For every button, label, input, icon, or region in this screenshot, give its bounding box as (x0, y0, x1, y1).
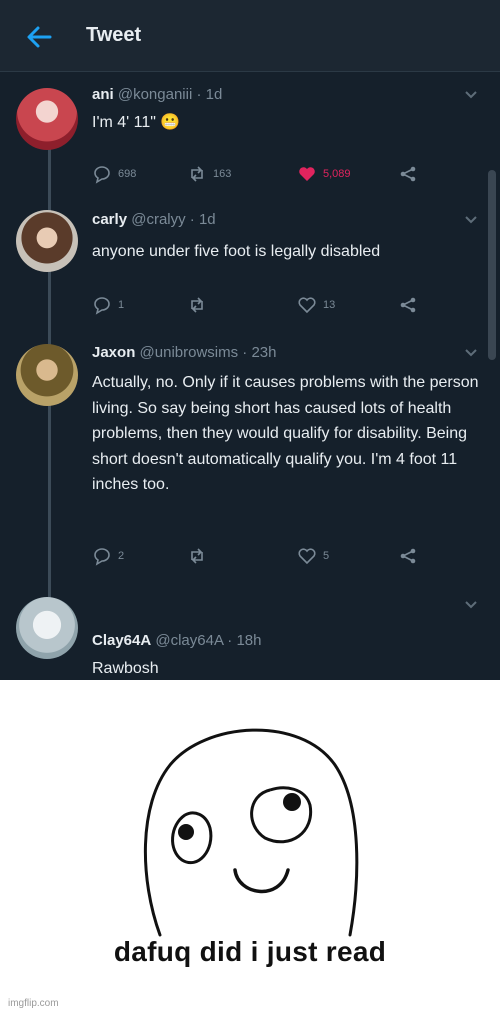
handle-time[interactable]: @konganiii · 1d (118, 86, 222, 103)
tweet-2[interactable]: carly @cralyy · 1d anyone under five foo… (0, 205, 500, 325)
like-count: 5 (323, 550, 330, 562)
page-title: Tweet (86, 24, 142, 46)
like-button[interactable]: 13 (297, 295, 335, 315)
tweet-header: ani @konganiii · 1d (92, 86, 222, 103)
tweet-text: anyone under five foot is legally disabl… (92, 243, 381, 260)
reply-count: 1 (118, 299, 125, 311)
retweet-icon (191, 548, 203, 564)
like-button[interactable]: 5 (297, 546, 329, 566)
avatar[interactable] (16, 344, 78, 406)
tweet-3[interactable]: Jaxon @unibrowsims · 23h Actually, no. O… (0, 340, 500, 580)
share-icon (400, 166, 416, 182)
reply-button[interactable]: 2 (92, 546, 124, 566)
retweet-icon (191, 166, 203, 182)
tweet-header: Clay64A @clay64A · 18h (92, 632, 262, 649)
like-count: 13 (323, 299, 336, 311)
action-bar: 1 13 (92, 295, 432, 317)
top-bar: Tweet (0, 0, 500, 72)
share-button[interactable] (398, 546, 418, 566)
tweet-text: Rawbosh (92, 660, 159, 677)
avatar[interactable] (16, 210, 78, 272)
heart-filled-icon (299, 167, 315, 181)
share-icon (400, 548, 416, 564)
meme-panel: dafuq did i just read imgflip.com (0, 680, 500, 1015)
meme-caption: dafuq did i just read (113, 936, 387, 967)
tweet-header: Jaxon @unibrowsims · 23h (92, 344, 276, 361)
display-name[interactable]: Clay64A (92, 632, 151, 649)
reply-icon (94, 548, 110, 566)
like-count: 5,089 (323, 168, 351, 180)
grimace-emoji-icon: 😬 (160, 114, 181, 131)
tweet-header: carly @cralyy · 1d (92, 211, 216, 228)
retweet-icon (191, 297, 203, 313)
reply-icon (94, 297, 110, 315)
share-button[interactable] (398, 164, 418, 184)
display-name[interactable]: Jaxon (92, 344, 135, 361)
retweet-count: 163 (213, 168, 232, 180)
like-button[interactable]: 5,089 (297, 164, 351, 184)
reply-icon (94, 166, 110, 184)
tweet-screenshot: Tweet ani @konganiii · 1d I'm 4' 11" 😬 6… (0, 0, 500, 680)
share-button[interactable] (398, 295, 418, 315)
heart-outline-icon (298, 297, 316, 314)
avatar[interactable] (16, 88, 78, 150)
derp-face-illustration (143, 728, 359, 937)
chevron-down-icon[interactable] (464, 215, 478, 225)
reply-count: 2 (118, 550, 125, 562)
handle-time[interactable]: @unibrowsims · 23h (140, 344, 277, 361)
handle-time[interactable]: @clay64A · 18h (155, 632, 261, 649)
heart-outline-icon (298, 548, 316, 565)
handle-time[interactable]: @cralyy · 1d (131, 211, 215, 228)
chevron-down-icon[interactable] (464, 600, 478, 610)
reply-button[interactable]: 698 (92, 164, 136, 184)
share-icon (400, 297, 416, 313)
action-bar: 698 163 5,089 (92, 164, 432, 186)
reply-button[interactable]: 1 (92, 295, 124, 315)
chevron-down-icon[interactable] (464, 348, 478, 358)
tweet-4[interactable]: Clay64A @clay64A · 18h Rawbosh (0, 592, 500, 680)
tweet-1[interactable]: ani @konganiii · 1d I'm 4' 11" 😬 698 163… (0, 80, 500, 190)
watermark: imgflip.com (8, 998, 59, 1009)
display-name[interactable]: ani (92, 86, 114, 103)
action-bar: 2 5 (92, 546, 432, 568)
tweet-text: I'm 4' 11" 😬 (92, 114, 181, 131)
retweet-button[interactable] (187, 295, 213, 315)
chevron-down-icon[interactable] (464, 90, 478, 100)
tweet-text: Actually, no. Only if it causes problems… (92, 374, 479, 493)
avatar[interactable] (16, 597, 78, 659)
display-name[interactable]: carly (92, 211, 127, 228)
reply-count: 698 (118, 168, 137, 180)
retweet-button[interactable] (187, 546, 213, 566)
back-arrow-icon[interactable] (24, 22, 54, 52)
retweet-button[interactable]: 163 (187, 164, 231, 184)
